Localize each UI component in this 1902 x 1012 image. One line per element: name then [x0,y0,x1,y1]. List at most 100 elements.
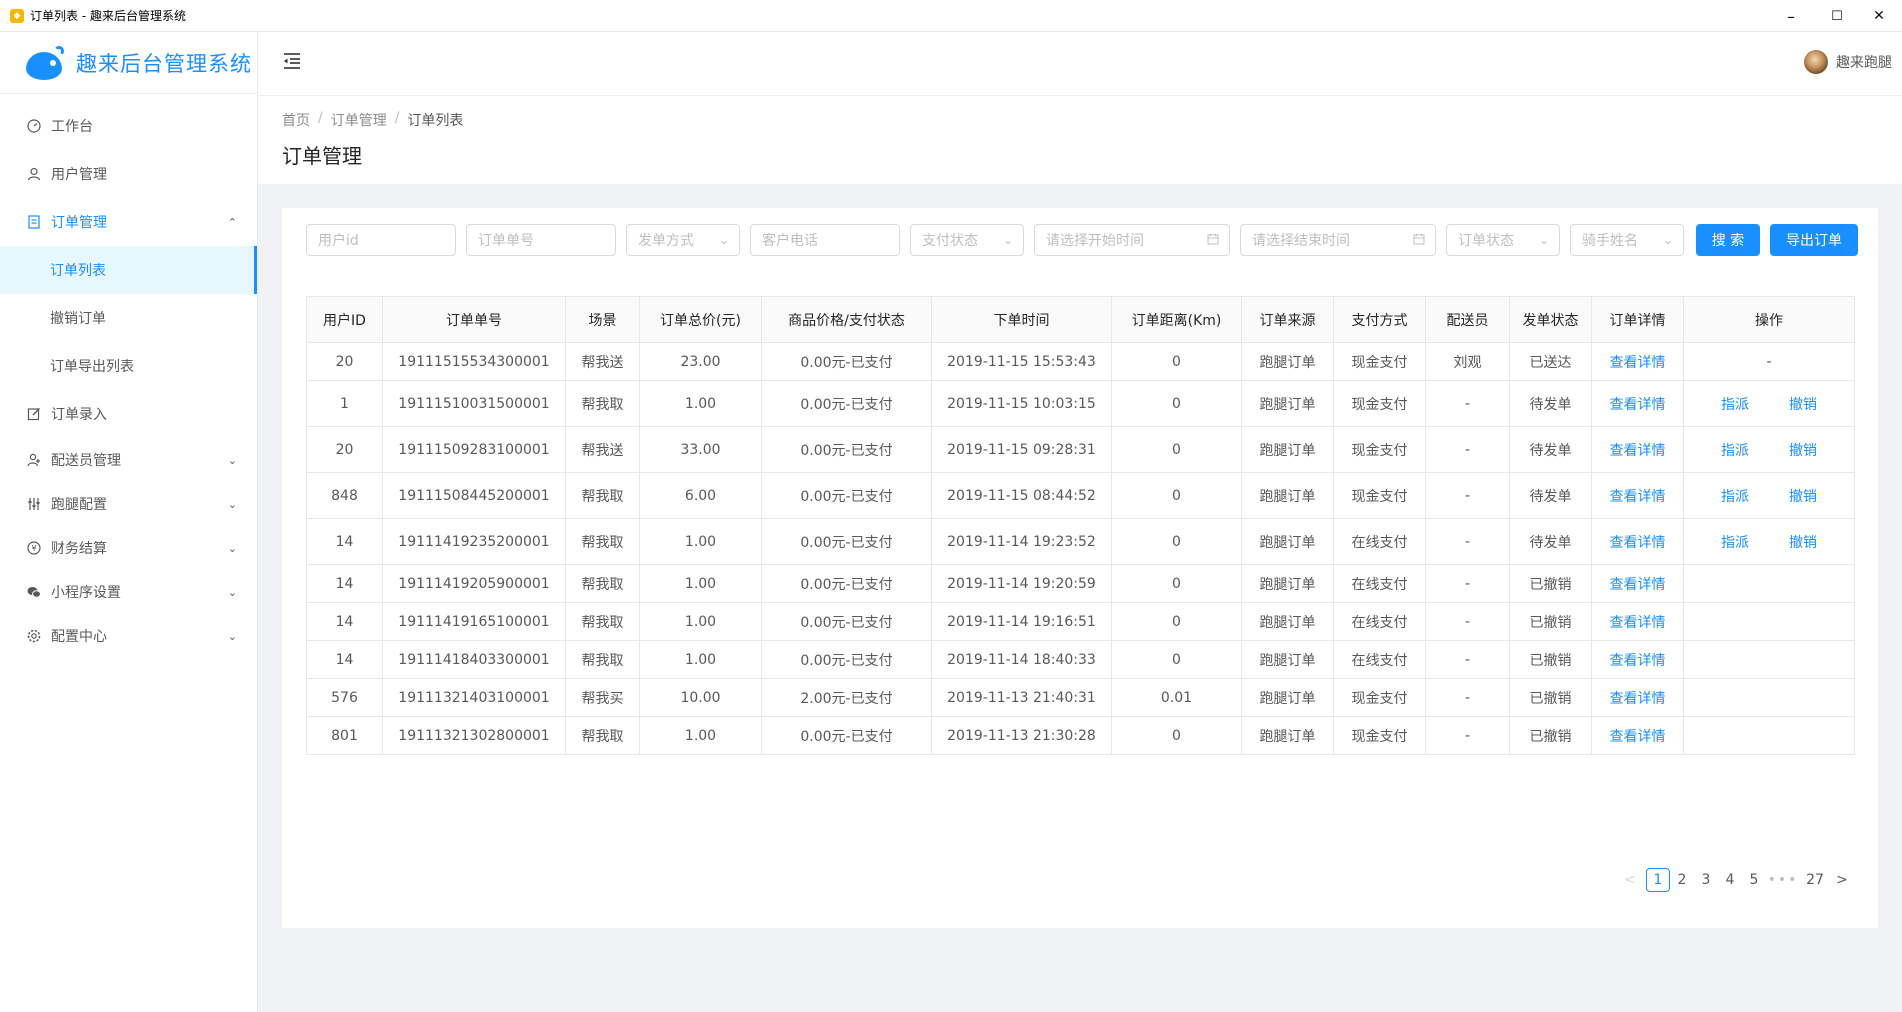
view-detail-link[interactable]: 查看详情 [1610,397,1666,413]
sidebar-item-orders[interactable]: 订单管理 ⌃ [0,198,257,246]
cell-pay: 在线支付 [1333,640,1426,679]
sidebar-item-order-export-list[interactable]: 订单导出列表 [0,342,257,390]
sidebar-item-label: 配送员管理 [51,453,121,469]
sidebar-item-label: 财务结算 [51,541,107,557]
sidebar-item-finance[interactable]: ¥ 财务结算 ⌄ [0,526,257,570]
user-id-input[interactable]: 用户id [306,224,456,256]
cell-distance: 0 [1111,640,1242,679]
cell-time: 2019-11-14 19:16:51 [931,602,1112,641]
order-status-select[interactable]: 订单状态 ⌄ [1446,224,1560,256]
sidebar-item-miniprogram-settings[interactable]: 小程序设置 ⌄ [0,570,257,614]
cell-user-id: 14 [306,564,383,603]
sidebar-item-label: 工作台 [51,119,93,135]
order-no-input[interactable]: 订单单号 [466,224,616,256]
revoke-link[interactable]: 撤销 [1789,532,1817,552]
cell-status: 待发单 [1509,380,1592,427]
brand[interactable]: 趣来后台管理系统 [0,32,257,94]
cell-source: 跑腿订单 [1241,518,1334,565]
view-detail-link[interactable]: 查看详情 [1610,691,1666,707]
page-1[interactable]: 1 [1646,868,1670,892]
search-button[interactable]: 搜 索 [1696,224,1760,256]
wechat-icon [26,584,42,600]
customer-phone-input[interactable]: 客户电话 [750,224,900,256]
assign-link[interactable]: 指派 [1721,440,1749,460]
sidebar-item-order-list[interactable]: 订单列表 [0,246,257,294]
view-detail-link[interactable]: 查看详情 [1610,489,1666,505]
cell-user-id: 20 [306,426,383,473]
cell-detail: 查看详情 [1591,640,1684,679]
assign-link[interactable]: 指派 [1721,394,1749,414]
maximize-button[interactable]: ☐ [1814,0,1860,32]
next-page-button[interactable]: > [1830,868,1854,892]
menu-fold-icon[interactable] [282,52,304,74]
close-button[interactable]: ✕ [1856,0,1902,32]
sidebar-item-order-entry[interactable]: 订单录入 [0,390,257,438]
page-ellipsis[interactable]: ••• [1766,868,1800,892]
filter-bar: 用户id 订单单号 发单方式 ⌄ 客户电话 支付状态 ⌄ 请选择开始时间 请选择结束… [282,208,1878,272]
assign-link[interactable]: 指派 [1721,486,1749,506]
revoke-link[interactable]: 撤销 [1789,486,1817,506]
dispatch-mode-select[interactable]: 发单方式 ⌄ [626,224,740,256]
page-5[interactable]: 5 [1742,868,1766,892]
pay-status-select[interactable]: 支付状态 ⌄ [910,224,1024,256]
cell-courier: - [1425,678,1510,717]
table-row: 14 19111419235200001 帮我取 1.00 0.00元-已支付 2019-… [306,518,1855,565]
sidebar-item-revoked-orders[interactable]: 撤销订单 [0,294,257,342]
cell-distance: 0 [1111,518,1242,565]
chevron-down-icon: ⌄ [227,541,237,555]
column-header: 下单时间 [931,296,1112,343]
cell-detail: 查看详情 [1591,342,1684,381]
orders-table-card: 用户ID 订单单号 场景 订单总价(元) 商品价格/支付状态 下单时间 订单距离… [282,272,1878,928]
revoke-link[interactable]: 撤销 [1789,394,1817,414]
view-detail-link[interactable]: 查看详情 [1610,355,1666,371]
view-detail-link[interactable]: 查看详情 [1610,577,1666,593]
page-last[interactable]: 27 [1800,868,1830,892]
sidebar-item-errand-config[interactable]: 跑腿配置 ⌄ [0,482,257,526]
page-4[interactable]: 4 [1718,868,1742,892]
cell-courier: - [1425,602,1510,641]
cell-status: 已撤销 [1509,564,1592,603]
sidebar-item-config-center[interactable]: 配置中心 ⌄ [0,614,257,658]
cell-total: 1.00 [639,380,762,427]
view-detail-link[interactable]: 查看详情 [1610,653,1666,669]
breadcrumb: 首页 / 订单管理 / 订单列表 [282,110,464,130]
table-row: 576 19111321403100001 帮我买 10.00 2.00元-已支付 201… [306,678,1855,717]
export-orders-button[interactable]: 导出订单 [1770,224,1858,256]
pagination: < 1 2 3 4 5 ••• 27 > [1618,868,1854,892]
sidebar-item-label: 跑腿配置 [51,497,107,513]
chevron-down-icon: ⌄ [1662,233,1673,247]
sidebar-item-dashboard[interactable]: 工作台 [0,102,257,150]
column-header: 场景 [565,296,640,343]
calendar-icon [1413,233,1425,248]
cell-source: 跑腿订单 [1241,640,1334,679]
assign-link[interactable]: 指派 [1721,532,1749,552]
cell-courier: - [1425,640,1510,679]
column-header: 订单总价(元) [639,296,762,343]
cell-order-no: 19111419165100001 [382,602,566,641]
start-time-picker[interactable]: 请选择开始时间 [1034,224,1230,256]
end-time-picker[interactable]: 请选择结束时间 [1240,224,1436,256]
column-header: 订单距离(Km) [1111,296,1242,343]
sidebar-item-couriers[interactable]: 配送员管理 ⌄ [0,438,257,482]
minimize-button[interactable]: – [1768,0,1814,32]
rider-name-select[interactable]: 骑手姓名 ⌄ [1570,224,1684,256]
page-2[interactable]: 2 [1670,868,1694,892]
cell-status: 待发单 [1509,472,1592,519]
revoke-link[interactable]: 撤销 [1789,440,1817,460]
view-detail-link[interactable]: 查看详情 [1610,535,1666,551]
cell-status: 已送达 [1509,342,1592,381]
cell-user-id: 848 [306,472,383,519]
page-3[interactable]: 3 [1694,868,1718,892]
table-row: 20 19111509283100001 帮我送 33.00 0.00元-已支付 2019… [306,426,1855,473]
view-detail-link[interactable]: 查看详情 [1610,729,1666,745]
view-detail-link[interactable]: 查看详情 [1610,443,1666,459]
table-row: 1 19111510031500001 帮我取 1.00 0.00元-已支付 2019-1… [306,380,1855,427]
breadcrumb-home[interactable]: 首页 [282,110,310,130]
chevron-down-icon: ⌄ [227,497,237,511]
prev-page-button[interactable]: < [1618,868,1642,892]
cell-total: 23.00 [639,342,762,381]
user-menu[interactable]: 趣来跑腿 [1804,50,1892,74]
view-detail-link[interactable]: 查看详情 [1610,615,1666,631]
breadcrumb-orders[interactable]: 订单管理 [331,110,387,130]
sidebar-item-users[interactable]: 用户管理 [0,150,257,198]
